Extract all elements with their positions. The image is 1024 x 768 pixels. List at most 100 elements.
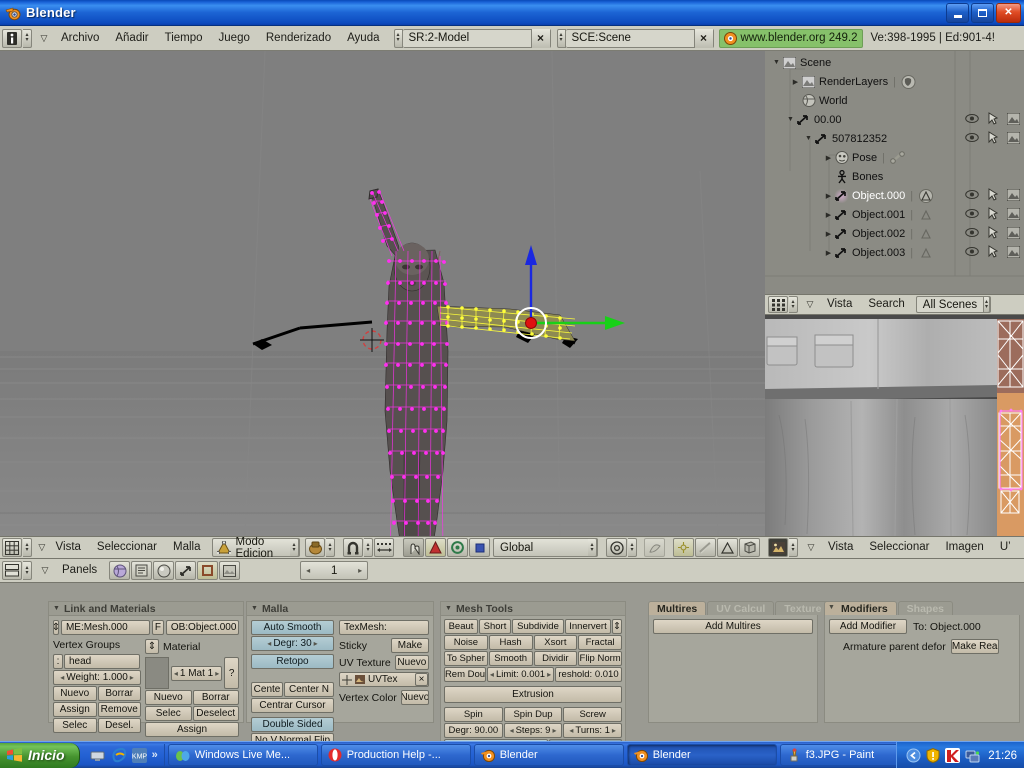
uvtex-delete-icon[interactable]: × [415, 673, 428, 686]
vg-delete-button[interactable]: Borrar [97, 686, 141, 701]
frame-prev-icon[interactable]: ◂ [304, 566, 312, 575]
panel-mesh-tools[interactable]: ▼ Mesh Tools Beaut Short Subdivide Inner… [440, 601, 626, 768]
mat-new-button[interactable]: Nuevo [145, 690, 192, 705]
manipulator-icon[interactable] [497, 231, 627, 341]
manipulator-scale-icon[interactable] [469, 538, 490, 557]
chevrons-right-icon[interactable]: » [152, 749, 158, 761]
object-context-icon[interactable] [131, 561, 153, 580]
texmesh-field[interactable]: TexMesh: [339, 620, 429, 635]
3dview-window-icon[interactable] [2, 538, 22, 557]
collapse-triangle-icon[interactable]: ▼ [828, 604, 835, 611]
double-sided-toggle[interactable]: Double Sided [251, 717, 334, 732]
buttons-window-icon[interactable] [2, 561, 22, 580]
taskbar-item-blender-1[interactable]: Blender [473, 744, 624, 766]
restrict-render-icon[interactable] [1007, 131, 1020, 144]
taskbar-item-blender-2[interactable]: Blender [626, 744, 777, 766]
info-window-icon[interactable] [2, 28, 22, 48]
mat-select-button[interactable]: Selec [145, 706, 192, 721]
restrict-view-icon[interactable] [965, 246, 979, 257]
fractal-button[interactable]: Fractal [578, 635, 622, 650]
vg-deselect-button[interactable]: Desel. [97, 718, 141, 733]
panel-title[interactable]: ▼ Link and Materials [49, 602, 243, 616]
noise-button[interactable]: Noise [444, 635, 488, 650]
frame-next-icon[interactable]: ▸ [356, 566, 364, 575]
3dview-window-type-spinner[interactable]: ▴ ▾ [23, 538, 32, 557]
taskbar-item-messenger[interactable]: Windows Live Me... [167, 744, 318, 766]
kmp-player-icon[interactable]: KMP [131, 747, 147, 763]
manipulator-toggle-icon[interactable] [403, 538, 424, 557]
retopo-toggle[interactable]: Retopo [251, 654, 334, 669]
spin-dup-button[interactable]: Spin Dup [503, 707, 563, 722]
normals-icon[interactable] [717, 538, 738, 557]
center-cursor-button[interactable]: Centrar Cursor [251, 698, 334, 713]
make-real-button[interactable]: Make Rea [950, 639, 999, 654]
limit-selection-icon[interactable] [695, 538, 716, 557]
texture-icon[interactable] [739, 538, 760, 557]
panel-multires[interactable]: Add Multires [648, 615, 818, 723]
hash-button[interactable]: Hash [488, 635, 533, 650]
vg-remove-button[interactable]: Remove [97, 702, 141, 717]
sticky-make-button[interactable]: Make [391, 638, 429, 653]
viewport-menu-seleccionar[interactable]: Seleccionar [89, 538, 165, 557]
outliner-row-armature-root[interactable]: ▼ 00.00 [765, 110, 1024, 129]
uv-menu-seleccionar[interactable]: Seleccionar [861, 538, 937, 557]
frame-field[interactable]: ◂ 1 ▸ [300, 561, 369, 580]
network-icon[interactable] [965, 748, 980, 763]
outliner-window-type-spinner[interactable]: ▴ ▾ [789, 296, 798, 313]
maximize-button[interactable] [971, 3, 994, 23]
outliner-row-pose[interactable]: ▶ Pose | [765, 148, 1024, 167]
outliner-row-scene[interactable]: ▼ Scene [765, 53, 1024, 72]
mat-assign-button[interactable]: Assign [145, 722, 239, 737]
vertex-group-name-field[interactable]: head [64, 654, 140, 669]
scene-field[interactable]: SCE:Scene × [565, 28, 714, 48]
material-help-button[interactable]: ? [224, 657, 239, 689]
panel-link-and-materials[interactable]: ▼ Link and Materials ⇕ ME:Mesh.000 F OB:… [48, 601, 244, 756]
restrict-render-icon[interactable] [1007, 188, 1020, 201]
viewport-menu-vista[interactable]: Vista [48, 538, 89, 557]
disclosure-triangle-right-icon[interactable]: ▶ [823, 211, 834, 219]
uv-texture-new-button[interactable]: Nuevo [394, 655, 429, 670]
vertex-color-new-button[interactable]: Nuevo [400, 690, 429, 705]
material-index-field[interactable]: ◂ 1 Mat 1 ▸ [170, 665, 223, 681]
vertex-group-browse-icon[interactable]: : [53, 654, 63, 669]
disclosure-triangle-down-icon[interactable]: ▼ [803, 135, 814, 142]
disclosure-triangle-down-icon[interactable]: ▼ [785, 116, 796, 123]
outliner-row-armature-child[interactable]: ▼ 507812352 [765, 129, 1024, 148]
clock[interactable]: 21:26 [988, 750, 1017, 762]
occlude-geometry-icon[interactable] [673, 538, 694, 557]
outliner-panel[interactable]: ▼ Scene ▶ RenderLayers | World ▼ 00.00 ▼… [765, 51, 1024, 294]
bone-icon[interactable] [890, 151, 905, 165]
restrict-view-icon[interactable] [965, 132, 979, 143]
minimize-button[interactable] [946, 3, 969, 23]
pivot-spinner[interactable]: ▴ ▾ [628, 538, 637, 557]
outliner-row-object-000[interactable]: ▶ Object.000 | [765, 186, 1024, 205]
outliner-row-object-001[interactable]: ▶ Object.001 | [765, 205, 1024, 224]
collapse-triangle-icon[interactable]: ▼ [53, 605, 60, 612]
script-context-icon[interactable] [219, 561, 241, 580]
buttons-window-type-spinner[interactable]: ▴ ▾ [23, 561, 32, 580]
menu-ayuda[interactable]: Ayuda [339, 29, 387, 48]
chevron-down-icon[interactable]: ▽ [36, 561, 54, 580]
restrict-render-icon[interactable] [1007, 112, 1020, 125]
panel-title[interactable]: ▼ Mesh Tools [441, 602, 625, 616]
taskbar-item-opera[interactable]: Production Help -... [320, 744, 471, 766]
remove-doubles-button[interactable]: Rem Dou [444, 667, 486, 682]
mesh-browse-icon[interactable]: ⇕ [53, 620, 59, 635]
innervert-button[interactable]: Innervert [565, 619, 611, 634]
transform-orientation-select[interactable]: Global ▴ ▾ [493, 538, 598, 557]
to-sphere-button[interactable]: To Spher [444, 651, 488, 666]
outliner-menu-vista[interactable]: Vista [819, 296, 860, 313]
divide-button[interactable]: Dividir [533, 651, 578, 666]
snap-target-icon[interactable] [374, 538, 394, 557]
menu-archivo[interactable]: Archivo [53, 29, 107, 48]
uv-menu-vista[interactable]: Vista [820, 538, 861, 557]
shading-context-icon[interactable] [153, 561, 175, 580]
draw-type-solid-icon[interactable] [305, 538, 325, 557]
disclosure-triangle-right-icon[interactable]: ▶ [790, 78, 801, 86]
panel-title[interactable]: ▼ Malla [247, 602, 433, 616]
screen-field[interactable]: SR:2-Model × [402, 28, 551, 48]
outliner-display-mode-select[interactable]: All Scenes ▴ ▾ [915, 296, 991, 313]
chevron-down-icon[interactable]: ▽ [802, 538, 820, 557]
pivot-median-icon[interactable] [606, 538, 627, 557]
restrict-render-icon[interactable] [1007, 226, 1020, 239]
